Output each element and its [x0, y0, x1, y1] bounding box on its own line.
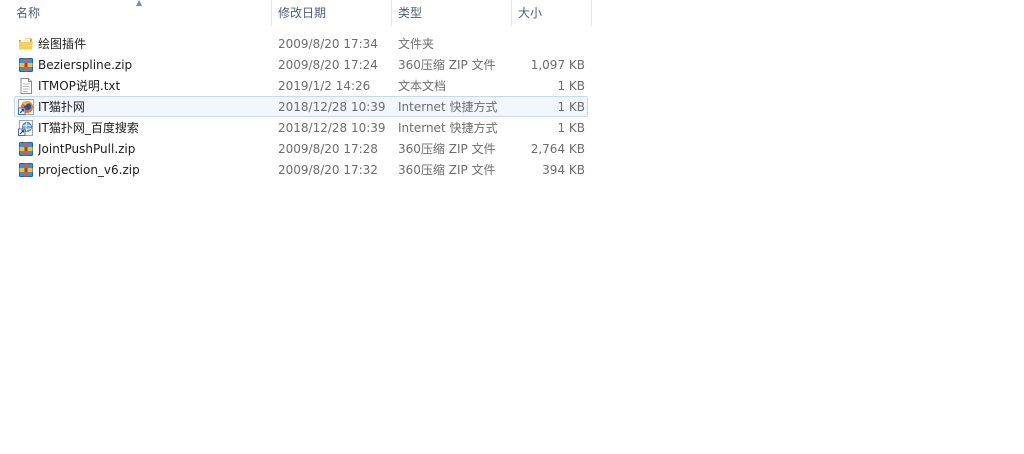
file-name: IT猫扑网	[38, 100, 85, 114]
file-size: 1 KB	[557, 79, 585, 93]
zip-archive-icon	[18, 57, 34, 73]
file-date: 2009/8/20 17:34	[278, 37, 378, 51]
file-row[interactable]: 绘图插件 2009/8/20 17:34 文件夹	[14, 33, 588, 54]
internet-shortcut-icon	[18, 120, 34, 136]
file-row[interactable]: JointPushPull.zip 2009/8/20 17:28 360压缩 …	[14, 138, 588, 159]
file-size: 1 KB	[557, 121, 585, 135]
file-size: 1,097 KB	[530, 58, 585, 72]
file-type: 360压缩 ZIP 文件	[398, 142, 496, 156]
file-size: 2,764 KB	[530, 142, 585, 156]
file-row[interactable]: ITMOP说明.txt 2019/1/2 14:26 文本文档 1 KB	[14, 75, 588, 96]
file-row[interactable]: projection_v6.zip 2009/8/20 17:32 360压缩 …	[14, 159, 588, 180]
column-header-name-label: 名称	[16, 6, 41, 20]
file-date: 2019/1/2 14:26	[278, 79, 371, 93]
column-header-date[interactable]: 修改日期	[272, 0, 392, 26]
file-name: IT猫扑网_百度搜索	[38, 121, 139, 135]
column-header-type[interactable]: 类型	[392, 0, 512, 26]
zip-archive-icon	[18, 141, 34, 157]
column-header-size-label: 大小	[518, 6, 543, 20]
file-date: 2009/8/20 17:32	[278, 163, 378, 177]
file-name: JointPushPull.zip	[38, 142, 136, 156]
file-list-pane: ▲ 名称 修改日期 类型 大小 绘图插件 2009/8/20 17:34 文件夹	[0, 0, 1024, 454]
file-type: 360压缩 ZIP 文件	[398, 58, 496, 72]
file-row[interactable]: IT猫扑网 2018/12/28 10:39 Internet 快捷方式 1 K…	[14, 96, 588, 117]
file-type: 文件夹	[398, 37, 435, 51]
file-date: 2018/12/28 10:39	[278, 121, 386, 135]
file-name: 绘图插件	[38, 37, 87, 51]
firefox-shortcut-icon	[18, 99, 34, 115]
file-size: 1 KB	[557, 100, 585, 114]
file-name: Bezierspline.zip	[38, 58, 133, 72]
folder-icon	[18, 36, 34, 52]
file-size: 394 KB	[542, 163, 585, 177]
text-document-icon	[18, 78, 34, 94]
file-type: Internet 快捷方式	[398, 121, 498, 135]
zip-archive-icon	[18, 162, 34, 178]
column-header-size[interactable]: 大小	[512, 0, 592, 26]
file-name: projection_v6.zip	[38, 163, 140, 177]
column-header-name[interactable]: 名称	[10, 0, 272, 26]
file-type: Internet 快捷方式	[398, 100, 498, 114]
column-header-date-label: 修改日期	[278, 6, 327, 20]
column-header-bar: ▲ 名称 修改日期 类型 大小	[0, 0, 592, 26]
file-date: 2009/8/20 17:28	[278, 142, 378, 156]
file-type: 360压缩 ZIP 文件	[398, 163, 496, 177]
file-type: 文本文档	[398, 79, 447, 93]
file-date: 2009/8/20 17:24	[278, 58, 378, 72]
file-row[interactable]: IT猫扑网_百度搜索 2018/12/28 10:39 Internet 快捷方…	[14, 117, 588, 138]
file-name: ITMOP说明.txt	[38, 79, 121, 93]
file-rows: 绘图插件 2009/8/20 17:34 文件夹 Bezierspline.zi…	[14, 33, 588, 180]
file-row[interactable]: Bezierspline.zip 2009/8/20 17:24 360压缩 Z…	[14, 54, 588, 75]
file-date: 2018/12/28 10:39	[278, 100, 386, 114]
column-header-type-label: 类型	[398, 6, 423, 20]
